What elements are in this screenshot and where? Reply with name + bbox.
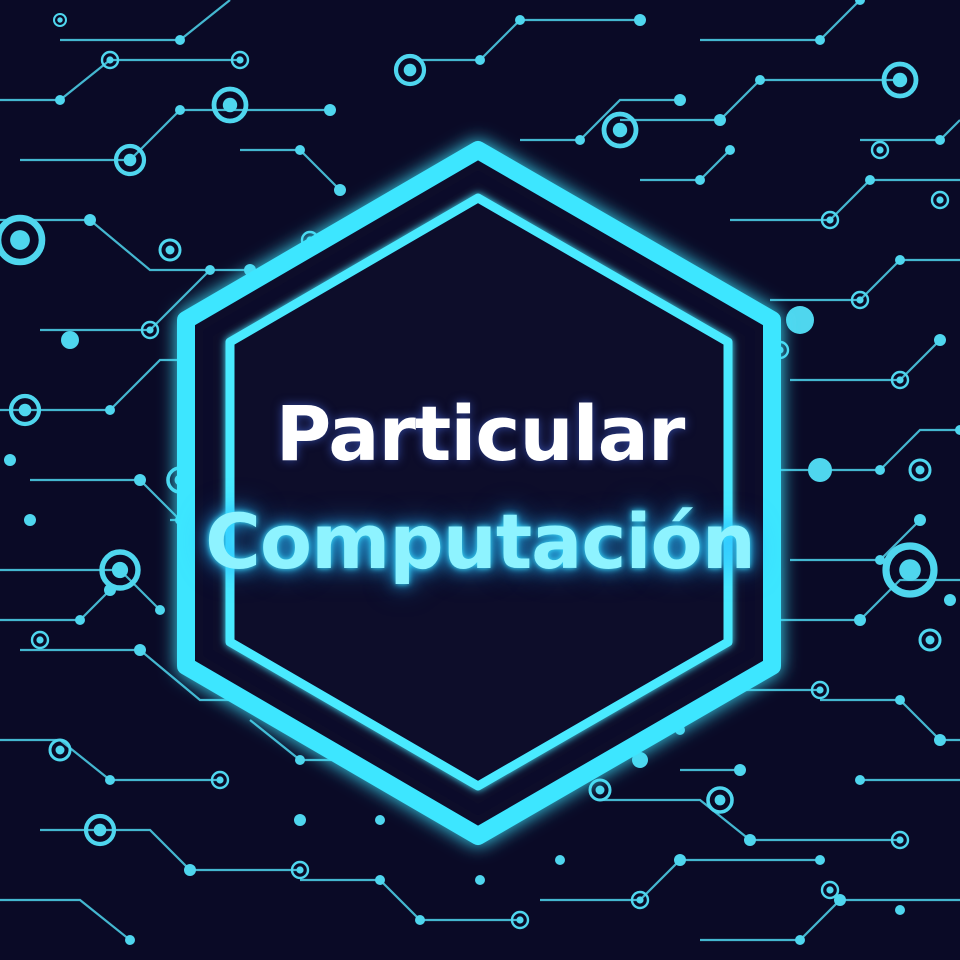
hexagon-frame [177,141,781,845]
poster: Particular Computación [0,0,960,960]
title-line-particular: Particular [275,389,686,478]
title-line-computacion: Computación [205,497,756,586]
